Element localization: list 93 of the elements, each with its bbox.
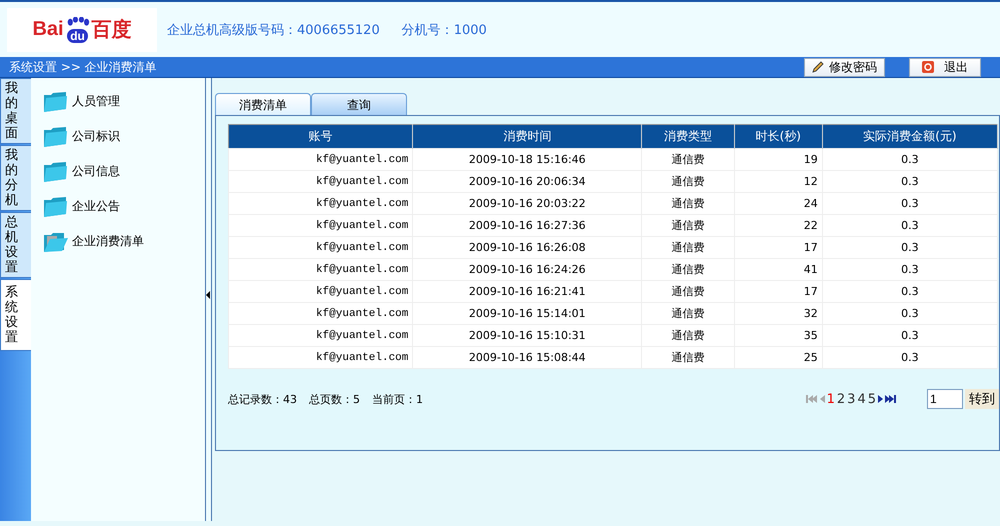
table-cell: 通信费 [642,236,734,258]
page-link[interactable]: 4 [857,392,866,406]
splitter[interactable] [206,78,212,521]
table-cell: 2009-10-16 16:27:36 [412,214,642,236]
table-cell: 0.3 [822,214,998,236]
folder-icon[interactable] [42,124,68,148]
page-link[interactable]: 3 [847,392,856,406]
table-cell: 0.3 [822,324,998,346]
next-page-icon[interactable] [878,395,883,403]
record-summary: 总页数：5 [309,392,360,406]
table-cell: kf@yuantel.com [228,192,413,214]
record-summary: 总记录数：43 [228,392,297,406]
table-cell: kf@yuantel.com [228,302,413,324]
page-link[interactable]: 1 [826,392,835,406]
table-cell: 通信费 [642,258,734,280]
last-page-icon[interactable] [885,395,897,403]
table-cell: 0.3 [822,346,998,368]
go-button[interactable]: 转到 [965,389,999,409]
page-link[interactable]: 5 [868,392,876,406]
table-cell: 通信费 [642,324,734,346]
side-tab[interactable]: 总机设置 [0,212,32,278]
header-info-text: 企业总机高级版号码：4006655120 [167,22,380,38]
record-summary: 当前页：1 [372,392,423,406]
table-cell: 通信费 [642,214,734,236]
table-cell: 19 [734,148,822,170]
header-info-text: 分机号：1000 [402,22,487,38]
side-tab[interactable]: 系统设置 [0,279,32,351]
tree-item[interactable]: 人员管理 [72,93,120,110]
table-cell: 0.3 [822,302,998,324]
table-cell: 2009-10-16 15:08:44 [412,346,642,368]
table-cell: kf@yuantel.com [228,148,413,170]
table-cell: 通信费 [642,170,734,192]
column-header: 消费时间 [412,124,642,148]
table-cell: kf@yuantel.com [228,280,413,302]
column-header: 账号 [228,124,413,148]
table-cell: 0.3 [822,280,998,302]
page-input[interactable]: 1 [927,389,963,409]
logo: Bai du 百度 [7,8,157,52]
folder-icon[interactable] [42,90,68,114]
table-cell: 通信费 [642,192,734,214]
table-cell: 17 [734,236,822,258]
table-cell: 2009-10-18 15:16:46 [412,148,642,170]
table-cell: 32 [734,302,822,324]
table-cell: 通信费 [642,148,734,170]
folder-icon[interactable] [42,194,68,218]
table-cell: kf@yuantel.com [228,236,413,258]
table-cell: kf@yuantel.com [228,346,413,368]
tree-item[interactable]: 企业公告 [72,198,120,215]
table-cell: 0.3 [822,148,998,170]
pencil-icon [812,61,824,73]
logout-button[interactable]: 退出 [909,58,981,76]
folder-icon[interactable] [42,160,68,184]
tab[interactable]: 查询 [311,93,407,115]
table-cell: 0.3 [822,170,998,192]
previous-page-icon[interactable] [820,395,825,403]
table-cell: 25 [734,346,822,368]
table-cell: 12 [734,170,822,192]
tree-item[interactable]: 企业消费清单 [72,233,144,250]
table-cell: kf@yuantel.com [228,170,413,192]
side-tab[interactable]: 我的分机 [0,145,32,211]
table-cell: kf@yuantel.com [228,258,413,280]
breadcrumb: 系统设置 >> 企业消费清单 [8,58,157,76]
table-cell: 2009-10-16 15:10:31 [412,324,642,346]
collapse-arrow-icon[interactable] [206,290,210,298]
table-cell: 22 [734,214,822,236]
table-cell: 2009-10-16 20:03:22 [412,192,642,214]
tree-item[interactable]: 公司信息 [72,163,120,180]
table-cell: 35 [734,324,822,346]
table-cell: kf@yuantel.com [228,214,413,236]
table-cell: 0.3 [822,192,998,214]
table-cell: 通信费 [642,280,734,302]
side-tab[interactable]: 我的桌面 [0,78,32,144]
table-cell: 0.3 [822,258,998,280]
table-cell: 2009-10-16 16:21:41 [412,280,642,302]
table-cell: 0.3 [822,236,998,258]
power-icon [922,61,934,73]
table-cell: 2009-10-16 20:06:34 [412,170,642,192]
column-header: 实际消费金额(元) [822,124,998,148]
change-password-button[interactable]: 修改密码 [804,58,885,76]
table-cell: 41 [734,258,822,280]
table-cell: 通信费 [642,302,734,324]
table-cell: 通信费 [642,346,734,368]
page-link[interactable]: 2 [836,392,846,406]
table-cell: 24 [734,192,822,214]
column-header: 消费类型 [642,124,734,148]
table-cell: 2009-10-16 15:14:01 [412,302,642,324]
tab[interactable]: 消费清单 [215,93,311,115]
tree-item[interactable]: 公司标识 [72,128,120,145]
table-cell: kf@yuantel.com [228,324,413,346]
table-cell: 17 [734,280,822,302]
table-cell: 2009-10-16 16:26:08 [412,236,642,258]
table-cell: 2009-10-16 16:24:26 [412,258,642,280]
column-header: 时长(秒) [734,124,822,148]
